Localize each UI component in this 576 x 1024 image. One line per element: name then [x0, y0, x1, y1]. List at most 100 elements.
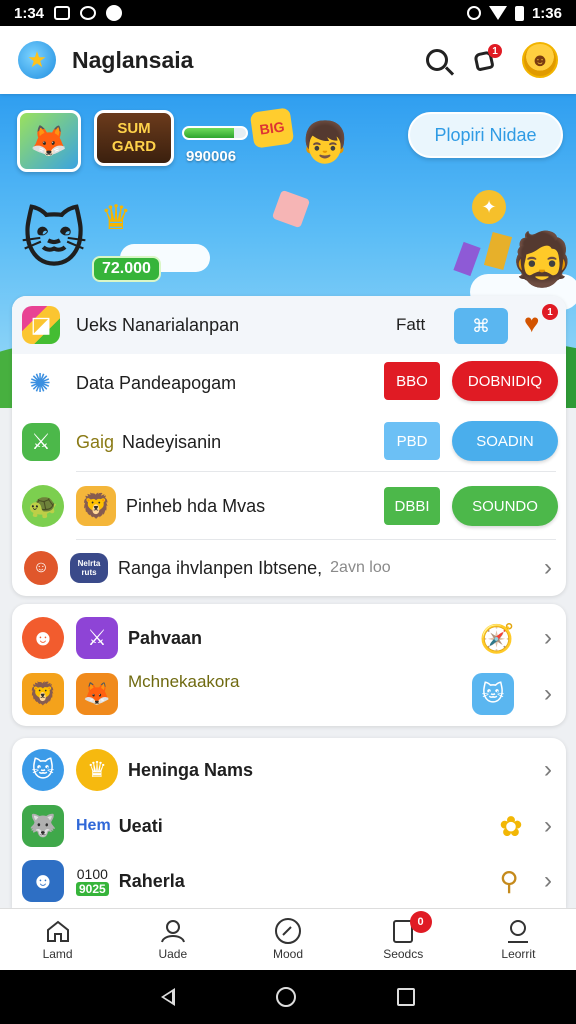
puzzle-icon: ✺ [29, 367, 51, 398]
compass-icon [274, 918, 302, 944]
list-item[interactable]: ⚔ Gaig Nadeyisanin PBD SOADIN [12, 412, 566, 472]
list-item[interactable]: 🦁 🦊 Mchnekaakora 🐱 › [12, 666, 566, 722]
wolf-app-icon: 🐺 [22, 805, 64, 847]
list-item[interactable]: 🐺 Hem Ueati ✿ › [12, 798, 566, 854]
chevron-right-icon: › [544, 812, 552, 839]
chevron-right-icon: › [544, 680, 552, 707]
battery-icon [514, 5, 524, 21]
notifications-icon[interactable]: 1 [473, 44, 502, 72]
row-label: Pahvaan [128, 627, 203, 648]
chevron-right-icon: › [544, 624, 552, 651]
nav-label: Uade [158, 947, 188, 961]
app-bar: ★ Naglansaia 1 ☻ [0, 26, 576, 94]
wifi-icon [488, 6, 507, 20]
explorer-icon: 🧭 [479, 622, 515, 654]
nav-item-mood[interactable]: Mood [230, 909, 345, 970]
notification-badge: 1 [488, 44, 502, 58]
smiley-icon: ☺ [24, 551, 58, 585]
nav-item-leorrit[interactable]: Leorrit [461, 909, 576, 970]
cat-game-icon: 🐱 [472, 673, 514, 715]
app-notification-icon [106, 5, 123, 21]
row-small-button[interactable]: DBBI [384, 487, 440, 525]
news-icon: Nelrta ruts [70, 553, 108, 583]
system-navigation-bar [0, 970, 576, 1024]
colorful-app-icon: ◪ [22, 306, 60, 344]
turtle-icon: 🐢 [22, 485, 64, 527]
mail-icon [54, 6, 71, 20]
nav-item-home[interactable]: Lamd [0, 909, 115, 970]
telescope-icon: ⚲ [499, 865, 519, 896]
list-item[interactable]: ☻ ⚔ Pahvaan 🧭 › [12, 610, 566, 666]
chevron-right-icon: › [544, 756, 552, 783]
row-small-button[interactable]: PBD [384, 422, 440, 460]
row-small-button[interactable]: BBO [384, 362, 440, 400]
puzzle-piece-icon: ✿ [499, 810, 523, 842]
search-icon[interactable] [426, 49, 448, 71]
corner-badge: BIG [249, 107, 295, 149]
back-icon[interactable] [160, 988, 175, 1006]
banner-game-thumbnail[interactable]: SUM GARD [94, 110, 174, 166]
row-label: Ueks Nanarialanpan [76, 314, 240, 335]
home-button-icon[interactable] [275, 987, 296, 1007]
row-prefix-top: 0100 [76, 866, 108, 882]
hero-action-button[interactable]: Plopiri Nidae [408, 112, 563, 158]
trophy-icon: ♛ [100, 199, 132, 237]
row-label: Ueati [118, 815, 163, 836]
row-action-button[interactable]: SOUNDO [452, 486, 558, 526]
controller-icon[interactable]: ⌘ [454, 308, 508, 344]
character-app-icon: ☻ [22, 860, 64, 902]
row-label-prefix: Gaig [76, 431, 115, 452]
row-label: Data Pandeapogam [76, 372, 237, 393]
pirate-avatar-icon: ☻ [22, 617, 64, 659]
chevron-right-icon: › [544, 867, 552, 894]
row-label: Nadeyisanin [122, 431, 222, 452]
row-action-button[interactable]: DOBNIDIQ [452, 361, 558, 401]
friends-card: 🐱 ♛ Heninga Nams › 🐺 Hem Ueati ✿ › ☻ 010… [12, 738, 566, 908]
vibrate-icon [466, 6, 481, 20]
progress-fill [184, 128, 234, 138]
list-item[interactable]: ☻ 0100 9025 Raherla ⚲ › [12, 854, 566, 908]
nav-item-profile[interactable]: Uade [115, 909, 230, 970]
lion-icon: 🦁 [76, 486, 116, 526]
fox-game-icon: 🦊 [76, 673, 118, 715]
cat-character-icon: 🐱 [20, 202, 88, 275]
row-label: Raherla [118, 870, 185, 891]
cat-avatar-icon: 🐱 [22, 749, 64, 791]
pirate-character-icon: 🧔 [509, 230, 575, 289]
recents-icon[interactable] [397, 988, 416, 1006]
games-card: ☻ ⚔ Pahvaan 🧭 › 🦁 🦊 Mchnekaakora 🐱 › [12, 604, 566, 726]
card-icon [453, 241, 481, 277]
coin-balance: 72.000 [92, 256, 161, 282]
list-item[interactable]: ◪ Ueks Nanarialanpan Fatt ⌘ ♥ 1 [12, 296, 566, 354]
list-item[interactable]: 🐢 🦁 Pinheb hda Mvas DBBI SOUNDO [12, 472, 566, 540]
app-logo-icon[interactable]: ★ [18, 41, 56, 79]
app-title: Naglansaia [72, 46, 194, 73]
nav-item-seodcs[interactable]: 0 Seodcs [346, 909, 461, 970]
row-label: Ranga ihvlanpen Ibtsene, [118, 557, 323, 578]
row-label: Heninga Nams [128, 759, 254, 780]
main-list-card: ◪ Ueks Nanarialanpan Fatt ⌘ ♥ 1 ✺ Data P… [12, 296, 566, 596]
progress-bar [182, 126, 248, 140]
list-item[interactable]: ☺ Nelrta ruts Ranga ihvlanpen Ibtsene, 2… [12, 540, 566, 596]
avatar[interactable]: ☻ [522, 42, 558, 78]
row-label: Pinheb hda Mvas [126, 495, 266, 516]
nav-badge: 0 [409, 911, 432, 933]
crown-coin-icon: ♛ [76, 749, 118, 791]
kid-character-icon: 👦 [300, 120, 350, 165]
row-prefix: Hem [76, 817, 111, 834]
list-item[interactable]: ✺ Data Pandeapogam BBO DOBNIDIQ [12, 354, 566, 412]
list-item[interactable]: 🐱 ♛ Heninga Nams › [12, 742, 566, 798]
chevron-right-icon: › [544, 554, 552, 581]
person-icon [159, 918, 187, 944]
nav-label: Seodcs [383, 947, 424, 961]
status-time-right: 1:36 [531, 4, 562, 22]
row-muted-text: 2avn loo [330, 559, 391, 576]
fox-game-thumbnail[interactable]: 🦊 [17, 110, 81, 172]
sword-app-icon: ⚔ [76, 617, 118, 659]
status-bar: 1:34 1:36 [0, 0, 576, 26]
row-action-button[interactable]: SOADIN [452, 421, 558, 461]
row-extra-text: Fatt [396, 315, 426, 334]
sync-icon [80, 6, 97, 20]
row-label: Mchnekaakora [128, 672, 240, 691]
game-app-icon: ⚔ [22, 423, 60, 461]
